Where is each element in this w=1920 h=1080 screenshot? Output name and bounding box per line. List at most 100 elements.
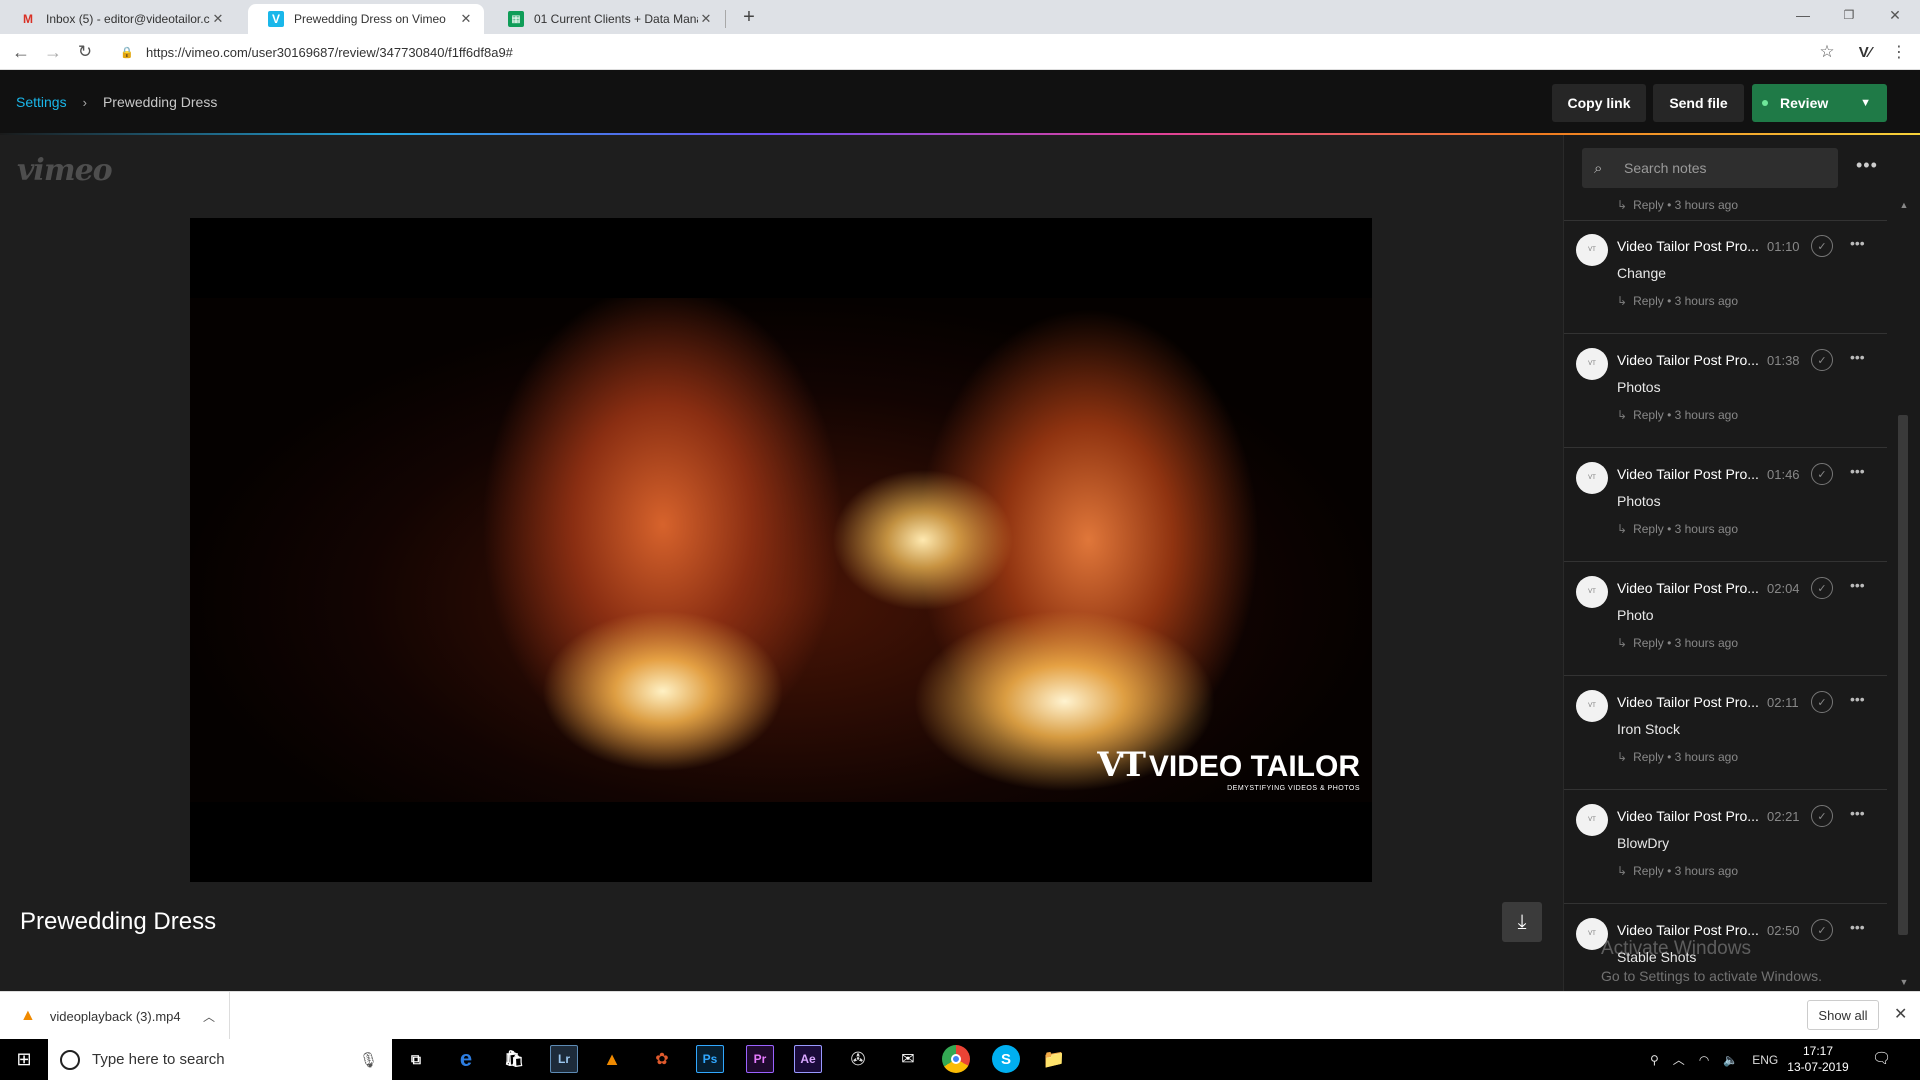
search-notes-input[interactable]: ⌕ Search notes bbox=[1582, 148, 1838, 188]
note-timecode[interactable]: 01:38 bbox=[1767, 353, 1800, 368]
close-icon[interactable]: ✕ bbox=[458, 11, 474, 27]
chrome-icon[interactable] bbox=[942, 1045, 970, 1073]
tray-chevron-up-icon[interactable]: ︿ bbox=[1673, 1051, 1685, 1068]
bookmark-star-icon[interactable]: ☆ bbox=[1812, 34, 1842, 70]
lightroom-icon[interactable]: Lr bbox=[550, 1045, 578, 1073]
wifi-icon[interactable]: ◠ bbox=[1699, 1053, 1709, 1067]
task-view-icon[interactable]: ⧉ bbox=[402, 1045, 430, 1073]
tab-sheets[interactable]: ▦ 01 Current Clients + Data Manag ✕ bbox=[488, 4, 724, 34]
notification-center-icon[interactable]: 🗨 bbox=[1872, 1049, 1891, 1067]
note-item[interactable]: VT Video Tailor Post Pro... 02:11 ✓ ••• … bbox=[1564, 676, 1887, 790]
note-more-icon[interactable]: ••• bbox=[1850, 463, 1865, 479]
download-button[interactable]: ⤓ bbox=[1502, 902, 1542, 942]
close-download-bar-icon[interactable]: ✕ bbox=[1894, 1004, 1907, 1024]
search-icon: ⌕ bbox=[1594, 159, 1603, 177]
scrollbar-thumb[interactable] bbox=[1898, 415, 1908, 935]
vimeo-logo[interactable]: vimeo bbox=[17, 153, 113, 188]
microphone-icon[interactable]: 🎙 bbox=[359, 1051, 378, 1069]
note-more-icon[interactable]: ••• bbox=[1850, 577, 1865, 593]
windows-start-icon[interactable]: ⊞ bbox=[0, 1039, 48, 1080]
note-more-icon[interactable]: ••• bbox=[1850, 805, 1865, 821]
note-item[interactable]: VT Video Tailor Post Pro... 01:10 ✓ ••• … bbox=[1564, 220, 1887, 334]
copy-link-button[interactable]: Copy link bbox=[1552, 84, 1646, 122]
resolve-check-icon[interactable]: ✓ bbox=[1811, 691, 1833, 713]
taskbar-search-placeholder: Type here to search bbox=[92, 1051, 225, 1068]
restore-icon[interactable]: ❐ bbox=[1826, 0, 1872, 30]
address-bar[interactable]: 🔒 https://vimeo.com/user30169687/review/… bbox=[110, 38, 1810, 66]
note-timecode[interactable]: 01:10 bbox=[1767, 239, 1800, 254]
scroll-up-icon[interactable]: ▲ bbox=[1898, 200, 1910, 210]
send-file-button[interactable]: Send file bbox=[1653, 84, 1744, 122]
chevron-up-icon[interactable]: ︿ bbox=[203, 1008, 215, 1025]
gmail-icon: M bbox=[23, 12, 33, 26]
note-timecode[interactable]: 02:21 bbox=[1767, 809, 1800, 824]
forward-icon[interactable]: → bbox=[38, 34, 68, 70]
extension-icon[interactable]: V⁄ bbox=[1850, 34, 1880, 70]
note-more-icon[interactable]: ••• bbox=[1850, 691, 1865, 707]
photoshop-icon[interactable]: Ps bbox=[696, 1045, 724, 1073]
note-item[interactable]: VT Video Tailor Post Pro... 02:04 ✓ ••• … bbox=[1564, 562, 1887, 676]
new-tab-button[interactable]: + bbox=[736, 4, 762, 30]
edge-icon[interactable]: e bbox=[452, 1045, 480, 1073]
tab-title: 01 Current Clients + Data Manag bbox=[534, 12, 698, 26]
note-item[interactable]: VT Video Tailor Post Pro... 02:21 ✓ ••• … bbox=[1564, 790, 1887, 904]
note-author: Video Tailor Post Pro... bbox=[1617, 238, 1759, 254]
note-reply-meta[interactable]: ↳ Reply • 3 hours ago bbox=[1617, 294, 1738, 308]
download-item[interactable]: ▲ videoplayback (3).mp4 ︿ bbox=[0, 992, 230, 1040]
vlc-icon[interactable]: ▲ bbox=[598, 1045, 626, 1073]
back-icon[interactable]: ← bbox=[6, 34, 36, 70]
resolve-check-icon[interactable]: ✓ bbox=[1811, 577, 1833, 599]
scroll-down-icon[interactable]: ▼ bbox=[1898, 977, 1910, 987]
note-reply-meta[interactable]: ↳ Reply • 3 hours ago bbox=[1617, 408, 1738, 422]
taskbar-search-input[interactable]: Type here to search 🎙 bbox=[48, 1039, 392, 1080]
search-placeholder: Search notes bbox=[1624, 160, 1707, 176]
skype-icon[interactable]: S bbox=[992, 1045, 1020, 1073]
note-item[interactable]: VT Video Tailor Post Pro... 01:46 ✓ ••• … bbox=[1564, 448, 1887, 562]
resolve-check-icon[interactable]: ✓ bbox=[1811, 919, 1833, 941]
resolve-check-icon[interactable]: ✓ bbox=[1811, 349, 1833, 371]
browser-menu-icon[interactable]: ⋮ bbox=[1884, 34, 1914, 70]
tab-vimeo[interactable]: V Prewedding Dress on Vimeo ✕ bbox=[248, 4, 484, 34]
reply-meta-text: Reply • 3 hours ago bbox=[1633, 522, 1738, 536]
note-more-icon[interactable]: ••• bbox=[1850, 349, 1865, 365]
mail-icon[interactable]: ✉ bbox=[894, 1045, 922, 1073]
people-icon[interactable]: ⚲ bbox=[1650, 1053, 1659, 1067]
note-timecode[interactable]: 02:50 bbox=[1767, 923, 1800, 938]
volume-icon[interactable]: 🔈 bbox=[1723, 1053, 1738, 1067]
note-reply-meta[interactable]: ↳ Reply • 3 hours ago bbox=[1617, 198, 1738, 212]
fruit-app-icon[interactable]: ✿ bbox=[648, 1045, 676, 1073]
resolve-check-icon[interactable]: ✓ bbox=[1811, 463, 1833, 485]
tab-gmail[interactable]: M Inbox (5) - editor@videotailor.co ✕ bbox=[0, 4, 236, 34]
film-reel-icon[interactable]: ✇ bbox=[844, 1045, 872, 1073]
more-options-icon[interactable]: ••• bbox=[1856, 155, 1878, 176]
note-timecode[interactable]: 02:04 bbox=[1767, 581, 1800, 596]
lock-icon: 🔒 bbox=[120, 46, 134, 59]
close-icon[interactable]: ✕ bbox=[210, 11, 226, 27]
minimize-icon[interactable]: — bbox=[1780, 0, 1826, 30]
tab-title: Inbox (5) - editor@videotailor.co bbox=[46, 12, 210, 26]
store-icon[interactable]: 🛍 bbox=[500, 1045, 528, 1073]
language-indicator[interactable]: ENG bbox=[1752, 1053, 1778, 1067]
note-reply-meta[interactable]: ↳ Reply • 3 hours ago bbox=[1617, 636, 1738, 650]
video-player[interactable]: VT VIDEO TAILOR DEMYSTIFYING VIDEOS & PHO… bbox=[190, 218, 1372, 882]
reload-icon[interactable]: ↻ bbox=[70, 34, 100, 70]
premiere-icon[interactable]: Pr bbox=[746, 1045, 774, 1073]
file-explorer-icon[interactable]: 📁 bbox=[1040, 1045, 1068, 1073]
note-timecode[interactable]: 02:11 bbox=[1767, 695, 1799, 710]
window-close-icon[interactable]: ✕ bbox=[1872, 0, 1918, 30]
taskbar-clock[interactable]: 17:17 13-07-2019 bbox=[1782, 1043, 1854, 1075]
after-effects-icon[interactable]: Ae bbox=[794, 1045, 822, 1073]
review-button[interactable]: Review ▼ bbox=[1752, 84, 1887, 122]
close-icon[interactable]: ✕ bbox=[698, 11, 714, 27]
note-reply-meta[interactable]: ↳ Reply • 3 hours ago bbox=[1617, 522, 1738, 536]
note-timecode[interactable]: 01:46 bbox=[1767, 467, 1800, 482]
show-all-button[interactable]: Show all bbox=[1807, 1000, 1879, 1030]
resolve-check-icon[interactable]: ✓ bbox=[1811, 235, 1833, 257]
breadcrumb-settings[interactable]: Settings bbox=[16, 94, 67, 110]
note-more-icon[interactable]: ••• bbox=[1850, 919, 1865, 935]
note-more-icon[interactable]: ••• bbox=[1850, 235, 1865, 251]
note-reply-meta[interactable]: ↳ Reply • 3 hours ago bbox=[1617, 750, 1738, 764]
note-reply-meta[interactable]: ↳ Reply • 3 hours ago bbox=[1617, 864, 1738, 878]
resolve-check-icon[interactable]: ✓ bbox=[1811, 805, 1833, 827]
note-item[interactable]: VT Video Tailor Post Pro... 01:38 ✓ ••• … bbox=[1564, 334, 1887, 448]
